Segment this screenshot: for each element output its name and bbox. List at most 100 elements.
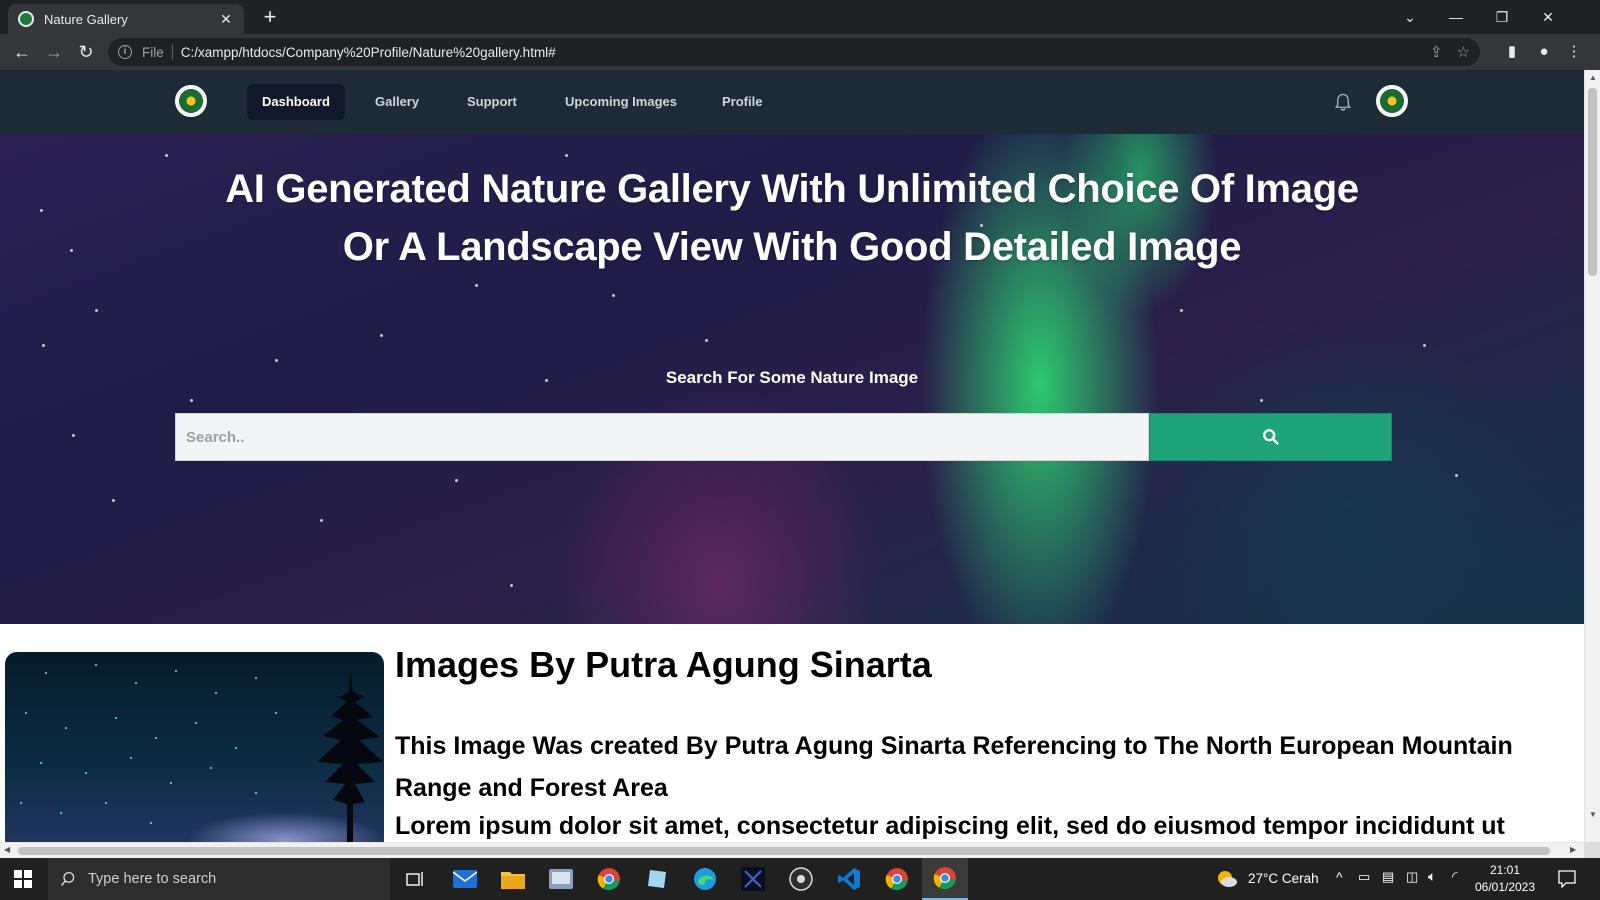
site-info-icon[interactable]: i (118, 45, 132, 59)
photos-app-icon[interactable] (538, 858, 584, 900)
meet-now-icon[interactable]: ◫ (1406, 869, 1418, 885)
star-dot (95, 664, 97, 666)
hero-title-line2: Or A Landscape View With Good Detailed I… (342, 225, 1242, 269)
weather-text[interactable]: 27°C Cerah (1248, 871, 1319, 886)
close-tab-icon[interactable]: ✕ (218, 11, 234, 28)
hero-title-line1: AI Generated Nature Gallery With Unlimit… (225, 167, 1359, 211)
restore-icon[interactable]: ❐ (1488, 4, 1516, 30)
star-dot (130, 757, 132, 759)
star-dot (25, 712, 27, 714)
star (190, 399, 193, 402)
side-panel-icon[interactable]: ▮ (1500, 40, 1524, 64)
site-logo[interactable] (175, 85, 207, 117)
windows-start-icon[interactable] (14, 870, 32, 888)
display-icon[interactable]: ▤ (1382, 869, 1394, 885)
star-dot (195, 722, 197, 724)
hero-title: AI Generated Nature Gallery With Unlimit… (180, 160, 1404, 276)
notification-center-icon[interactable] (1558, 870, 1576, 888)
url-text[interactable]: C:/xampp/htdocs/Company%20Profile/Nature… (181, 45, 1416, 60)
gallery-thumbnail-image[interactable] (5, 652, 384, 842)
nav-gallery[interactable]: Gallery (360, 84, 434, 120)
star-dot (175, 670, 177, 672)
share-icon[interactable]: ⇪ (1430, 43, 1443, 61)
minimize-icon[interactable]: — (1442, 4, 1470, 30)
page-viewport: Dashboard Gallery Support Upcoming Image… (0, 70, 1584, 842)
scrollbar-corner (1584, 842, 1600, 858)
clock-time: 21:01 (1489, 863, 1521, 877)
nav-upcoming-images[interactable]: Upcoming Images (550, 84, 692, 120)
system-clock[interactable]: 21:01 06/01/2023 (1470, 862, 1540, 896)
windows-taskbar: Type here to search 27°C Cerah ^ ▭ ▤ ◫ 🔈 (0, 858, 1600, 900)
bookmark-star-icon[interactable]: ☆ (1457, 43, 1470, 61)
obs-app-icon[interactable] (778, 858, 824, 900)
user-avatar[interactable] (1376, 85, 1408, 117)
star (42, 344, 45, 347)
file-explorer-icon[interactable] (490, 858, 536, 900)
close-window-icon[interactable]: ✕ (1534, 4, 1562, 30)
chrome-app-icon[interactable] (586, 858, 632, 900)
star-dot (235, 747, 237, 749)
star (455, 479, 458, 482)
weather-icon[interactable] (1216, 869, 1238, 889)
nav-support[interactable]: Support (452, 84, 532, 120)
star (565, 154, 568, 157)
site-favicon-icon (18, 11, 34, 27)
star (1455, 474, 1458, 477)
search-button[interactable] (1149, 413, 1392, 461)
taskbar-search-box[interactable]: Type here to search (48, 858, 390, 900)
mail-app-icon[interactable] (442, 858, 488, 900)
nav-profile[interactable]: Profile (707, 84, 777, 120)
game-app-icon[interactable] (730, 858, 776, 900)
new-tab-icon[interactable]: + (258, 5, 282, 29)
forward-icon[interactable]: → (42, 40, 66, 64)
star-dot (60, 812, 62, 814)
star-dot (20, 802, 22, 804)
volume-icon[interactable]: 🔈︎ (1428, 868, 1436, 885)
vertical-scroll-thumb[interactable] (1588, 88, 1597, 276)
star-dot (135, 682, 137, 684)
star (1423, 344, 1426, 347)
battery-icon[interactable]: ▭ (1358, 869, 1370, 885)
star (320, 519, 323, 522)
chrome-profile-app-icon[interactable] (874, 858, 920, 900)
nav-dashboard[interactable]: Dashboard (247, 84, 345, 120)
browser-tab[interactable]: Nature Gallery ✕ (8, 4, 244, 34)
scroll-left-arrow-icon[interactable]: ◀ (4, 845, 10, 854)
browser-tabstrip: Nature Gallery ✕ + ⌄ — ❐ ✕ (0, 0, 1600, 34)
divider (171, 44, 173, 60)
search-input[interactable] (175, 413, 1149, 461)
edge-app-icon[interactable] (682, 858, 728, 900)
chrome-active-app-icon[interactable] (922, 858, 968, 900)
notes-app-icon[interactable] (634, 858, 680, 900)
notification-bell-icon[interactable] (1334, 92, 1352, 112)
star (510, 584, 513, 587)
star (275, 359, 278, 362)
star-dot (45, 672, 47, 674)
star-dot (105, 802, 107, 804)
vscode-app-icon[interactable] (826, 858, 872, 900)
scroll-up-arrow-icon[interactable]: ▲ (1588, 73, 1598, 82)
tab-search-chevron-icon[interactable]: ⌄ (1396, 4, 1424, 30)
horizontal-scroll-thumb[interactable] (18, 847, 1550, 855)
scroll-right-arrow-icon[interactable]: ▶ (1570, 845, 1576, 854)
scroll-down-arrow-icon[interactable]: ▼ (1588, 810, 1598, 819)
star (95, 309, 98, 312)
star-dot (150, 822, 152, 824)
reload-icon[interactable]: ↻ (74, 40, 98, 64)
profile-icon[interactable]: ● (1532, 40, 1556, 64)
star (475, 284, 478, 287)
task-view-icon[interactable] (392, 858, 438, 900)
taskbar-search-icon (61, 871, 75, 886)
taskbar-search-placeholder: Type here to search (88, 871, 217, 887)
more-menu-icon[interactable]: ⋮ (1562, 40, 1586, 64)
horizontal-scrollbar[interactable]: ◀ ▶ (0, 842, 1584, 858)
address-bar[interactable]: i File C:/xampp/htdocs/Company%20Profile… (108, 38, 1480, 66)
vertical-scrollbar[interactable]: ▲ ▼ (1584, 70, 1600, 842)
back-icon[interactable]: ← (10, 40, 34, 64)
star (72, 434, 75, 437)
search-icon (1262, 429, 1279, 445)
url-scheme: File (142, 44, 164, 60)
tray-chevron-icon[interactable]: ^ (1336, 869, 1343, 885)
wifi-icon[interactable]: ◜ (1452, 868, 1457, 885)
star (70, 249, 73, 252)
